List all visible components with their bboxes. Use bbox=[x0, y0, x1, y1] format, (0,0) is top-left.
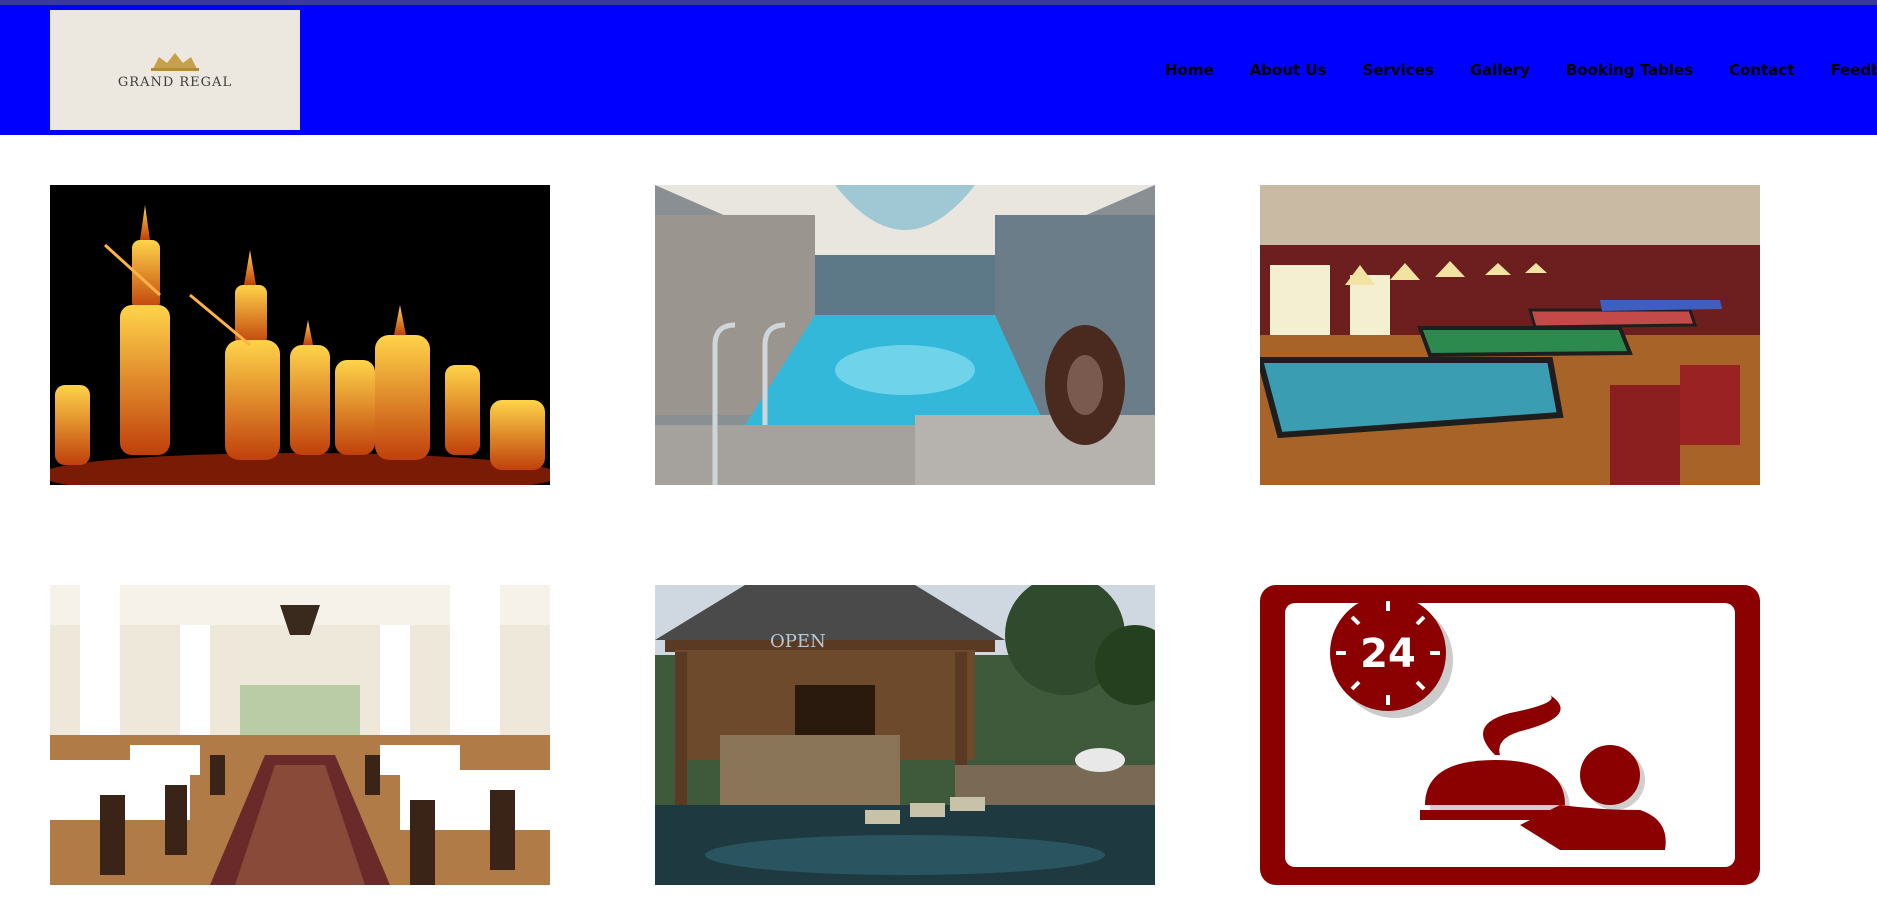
nav-about-us[interactable]: About Us bbox=[1250, 61, 1327, 79]
nav-contact[interactable]: Contact bbox=[1729, 61, 1794, 79]
gallery-image-dining-hall[interactable] bbox=[50, 585, 550, 885]
billiards-room-image bbox=[1260, 185, 1760, 485]
gazebo-open-sign: OPEN bbox=[770, 631, 826, 652]
gallery-image-billiards-room[interactable] bbox=[1260, 185, 1760, 485]
nav-services[interactable]: Services bbox=[1363, 61, 1434, 79]
gallery-image-indoor-pool[interactable] bbox=[655, 185, 1155, 485]
logo[interactable]: GRAND REGAL bbox=[50, 10, 300, 130]
dining-hall-image bbox=[50, 585, 550, 885]
nav-gallery[interactable]: Gallery bbox=[1470, 61, 1530, 79]
nav-home[interactable]: Home bbox=[1165, 61, 1214, 79]
logo-text: GRAND REGAL bbox=[117, 74, 233, 90]
nav-booking-tables[interactable]: Booking Tables bbox=[1566, 61, 1693, 79]
gallery-image-room-service-24[interactable]: 24 bbox=[1260, 585, 1760, 885]
main-nav: Home About Us Services Gallery Booking T… bbox=[1165, 5, 1877, 135]
room-service-24h-icon: 24 bbox=[1260, 585, 1760, 885]
crest-icon bbox=[151, 52, 199, 71]
gallery-image-outdoor-bar-gazebo[interactable]: OPEN bbox=[655, 585, 1155, 885]
thai-dance-image bbox=[50, 185, 550, 485]
clock-label: 24 bbox=[1360, 631, 1416, 677]
nav-feedback[interactable]: Feedback bbox=[1830, 61, 1877, 79]
outdoor-bar-gazebo-image: OPEN bbox=[655, 585, 1155, 885]
site-header: GRAND REGAL Home About Us Services Galle… bbox=[0, 5, 1877, 135]
indoor-pool-image bbox=[655, 185, 1155, 485]
gallery-image-thai-dance[interactable] bbox=[50, 185, 550, 485]
